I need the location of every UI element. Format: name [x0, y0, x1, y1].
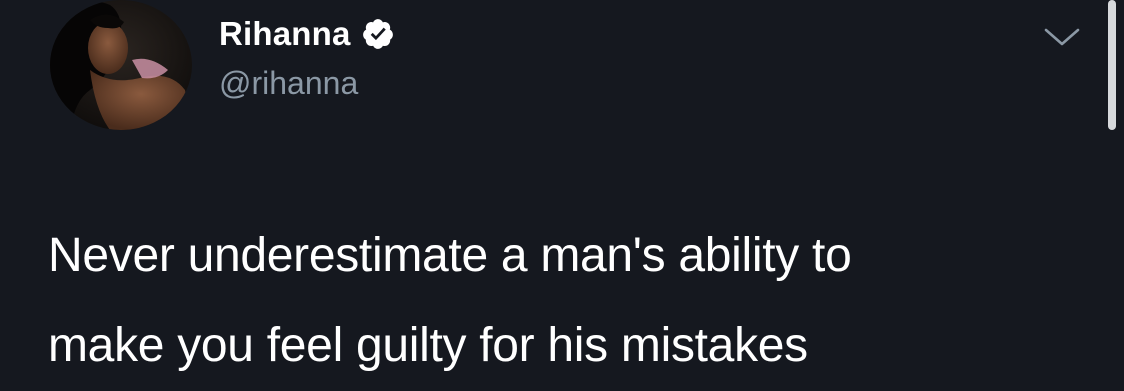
author-name-row[interactable]: Rihanna	[219, 14, 395, 54]
avatar-photo	[50, 0, 192, 130]
tweet-card: Rihanna @rihanna Never underestimate a m…	[0, 0, 1124, 374]
author-handle[interactable]: @rihanna	[219, 63, 358, 103]
scrollbar[interactable]	[1108, 0, 1116, 130]
author-display-name[interactable]: Rihanna	[219, 14, 351, 54]
tweet-text: Never underestimate a man's ability to m…	[48, 229, 852, 372]
chevron-down-icon[interactable]	[1042, 22, 1082, 52]
avatar[interactable]	[50, 0, 192, 130]
verified-check-icon	[361, 17, 395, 51]
